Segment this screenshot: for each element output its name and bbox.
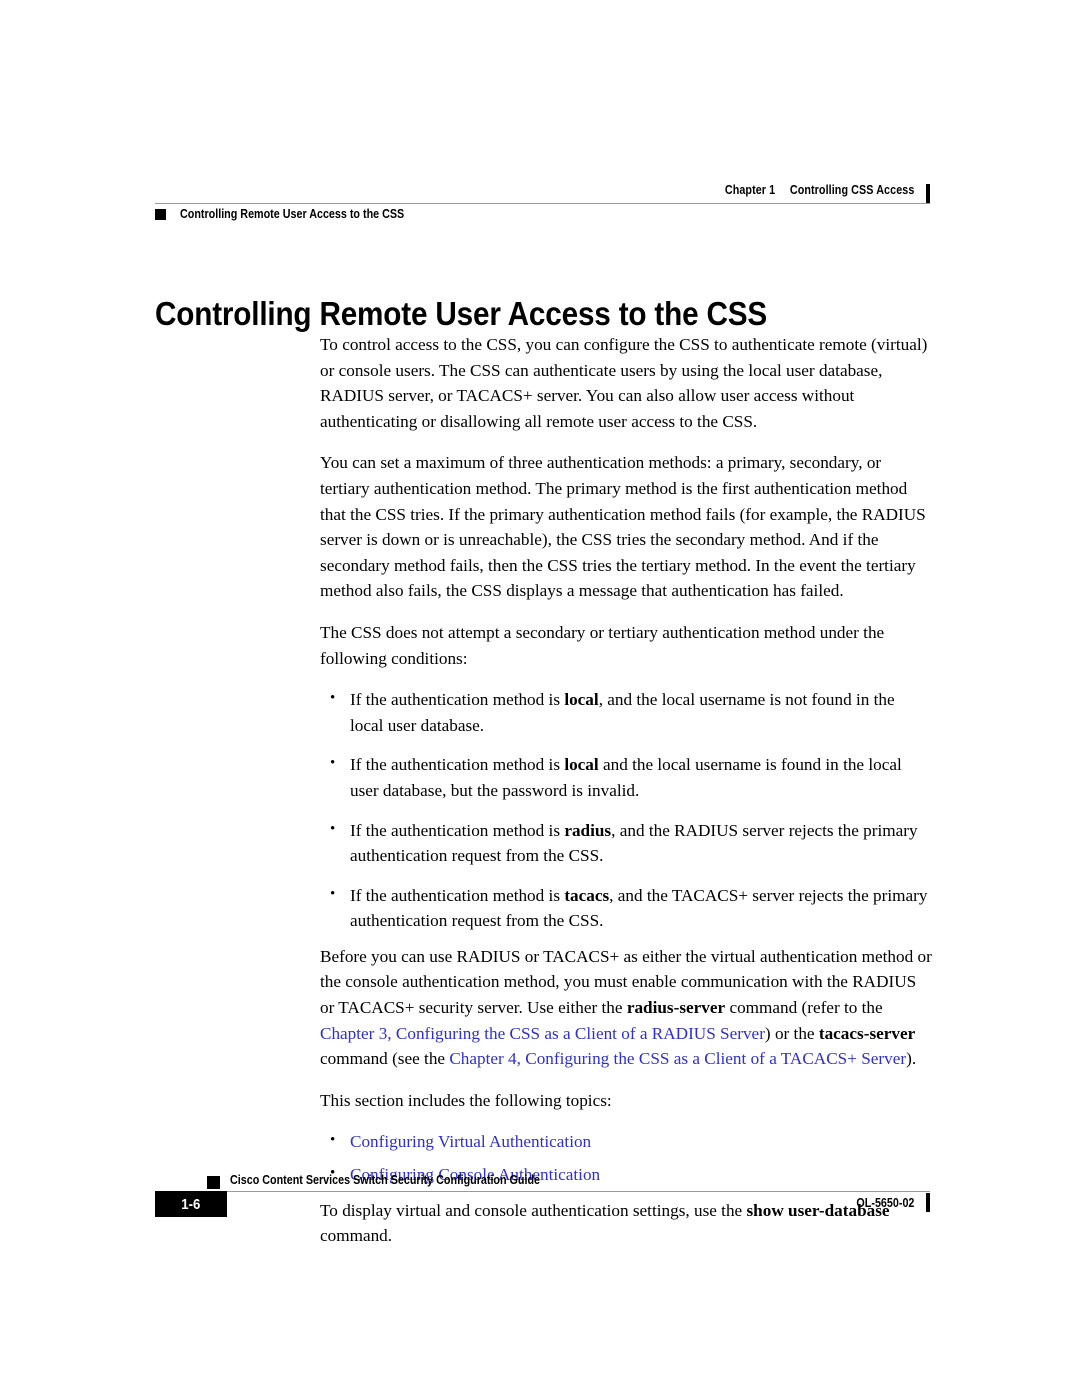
condition-keyword: local: [564, 690, 599, 710]
link-configuring-virtual-authentication[interactable]: Configuring Virtual Authentication: [350, 1132, 591, 1151]
xref-chapter-3-radius[interactable]: Chapter 3, Configuring the CSS as a Clie…: [320, 1024, 765, 1043]
paragraph-server-setup: Before you can use RADIUS or TACACS+ as …: [320, 944, 932, 1072]
header-rule: [155, 203, 930, 204]
square-marker-icon: [207, 1176, 220, 1189]
paragraph-methods: You can set a maximum of three authentic…: [320, 453, 926, 601]
condition-text-before: If the authentication method is: [350, 755, 565, 775]
list-item: If the authentication method is local an…: [320, 751, 932, 803]
list-item: If the authentication method is local, a…: [320, 686, 932, 738]
xref-chapter-4-tacacs[interactable]: Chapter 4, Configuring the CSS as a Clie…: [449, 1049, 906, 1068]
footer-end-bar: [926, 1193, 930, 1212]
condition-text-before: If the authentication method is: [350, 885, 565, 905]
condition-keyword: tacacs: [564, 885, 610, 905]
server-setup-seg-4: command (see the: [320, 1049, 450, 1069]
condition-keyword: local: [564, 755, 599, 775]
server-setup-seg-3: ) or the: [764, 1023, 819, 1043]
paragraph-topics-intro: This section includes the following topi…: [320, 1090, 612, 1110]
document-page: Chapter 1 Controlling CSS Access Controll…: [0, 0, 1080, 1397]
list-item: Configuring Virtual Authentication: [320, 1128, 932, 1155]
condition-keyword: radius: [564, 820, 612, 840]
header-chapter-number: Chapter 1: [724, 183, 775, 197]
header-chapter-info: Chapter 1 Controlling CSS Access: [724, 183, 914, 197]
footer-rule: [207, 1191, 930, 1192]
show-command-seg-2: command.: [320, 1226, 393, 1246]
header-chapter-title: Controlling CSS Access: [789, 183, 914, 197]
header-section-info: Controlling Remote User Access to the CS…: [155, 207, 441, 221]
list-item: If the authentication method is tacacs, …: [320, 882, 932, 934]
header-section-title: Controlling Remote User Access to the CS…: [180, 207, 405, 221]
running-footer: Cisco Content Services Switch Security C…: [155, 1165, 930, 1225]
footer-page-number: 1-6: [155, 1191, 227, 1217]
footer-guide-title: Cisco Content Services Switch Security C…: [230, 1173, 541, 1187]
command-tacacs-server: tacacs-server: [818, 1023, 916, 1043]
server-setup-seg-5: ).: [906, 1049, 917, 1069]
condition-text-before: If the authentication method is: [350, 820, 565, 840]
condition-text-before: If the authentication method is: [350, 690, 565, 710]
header-end-bar: [926, 184, 930, 203]
page-number-text: 1-6: [181, 1195, 201, 1213]
list-item: If the authentication method is radius, …: [320, 816, 932, 869]
page-title: Controlling Remote User Access to the CS…: [155, 295, 768, 333]
paragraph-intro: To control access to the CSS, you can co…: [320, 335, 928, 431]
body-content: To control access to the CSS, you can co…: [320, 332, 932, 1249]
square-marker-icon: [155, 208, 166, 220]
conditions-list: If the authentication method is local, a…: [320, 686, 932, 934]
footer-document-number: OL-5650-02: [856, 1196, 914, 1210]
running-header: Chapter 1 Controlling CSS Access Controll…: [155, 183, 930, 229]
paragraph-conditions-intro: The CSS does not attempt a secondary or …: [320, 622, 885, 668]
command-radius-server: radius-server: [626, 998, 726, 1018]
server-setup-seg-2: command (refer to the: [725, 998, 883, 1018]
